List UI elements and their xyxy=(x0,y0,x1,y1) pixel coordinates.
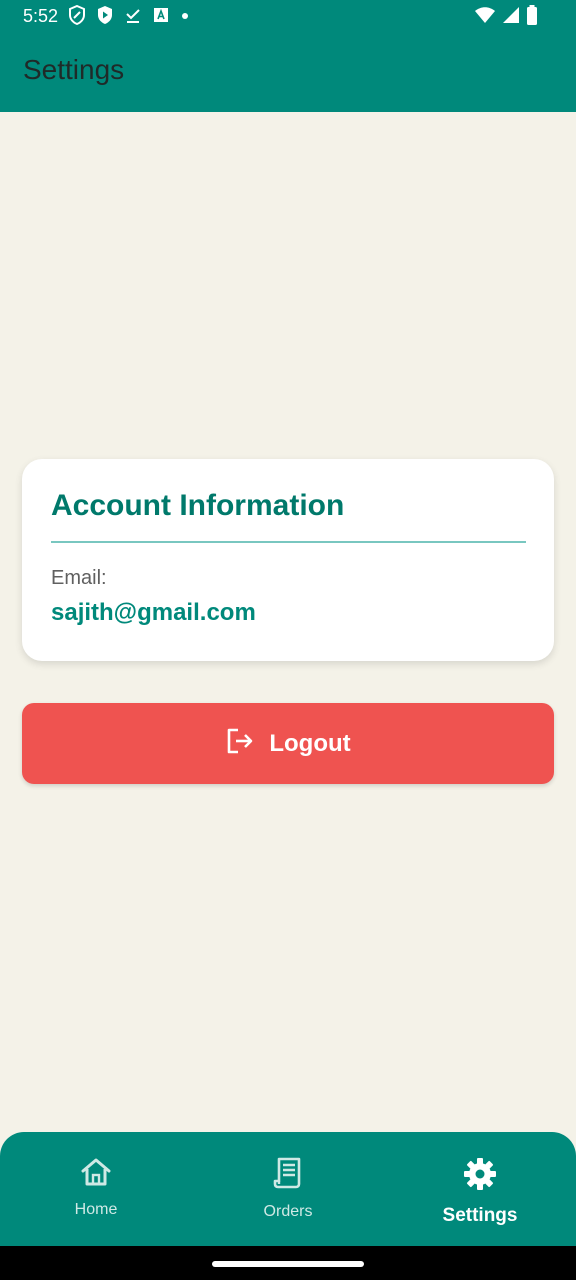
wifi-icon xyxy=(474,6,496,29)
translate-icon xyxy=(152,6,170,29)
gear-icon xyxy=(462,1156,498,1197)
status-icons-right xyxy=(474,4,538,30)
system-nav-bar xyxy=(0,1246,576,1280)
battery-icon xyxy=(526,4,538,30)
nav-label-settings: Settings xyxy=(442,1205,518,1226)
dot-icon xyxy=(180,8,190,26)
page-title: Settings xyxy=(23,54,125,85)
card-divider xyxy=(51,541,526,543)
nav-label-orders: Orders xyxy=(263,1203,313,1220)
nav-item-settings[interactable]: Settings xyxy=(384,1156,576,1226)
status-bar: 5:52 xyxy=(0,0,576,34)
logout-button[interactable]: Logout xyxy=(22,703,554,784)
download-done-icon xyxy=(124,6,142,29)
shield-play-icon xyxy=(96,5,114,30)
signal-icon xyxy=(502,6,520,29)
app-bar: Settings xyxy=(0,34,576,112)
account-info-card: Account Information Email: sajith@gmail.… xyxy=(22,459,554,661)
receipt-icon xyxy=(272,1156,304,1195)
email-label: Email: xyxy=(51,567,107,589)
status-time: 5:52 xyxy=(23,6,59,26)
nav-item-home[interactable]: Home xyxy=(0,1156,192,1226)
bottom-nav: Home Orders Settings xyxy=(0,1132,576,1246)
shield-outline-icon xyxy=(68,4,86,30)
email-value: sajith@gmail.com xyxy=(51,599,256,626)
card-title: Account Information xyxy=(51,489,345,522)
nav-label-home: Home xyxy=(74,1201,118,1218)
home-gesture-handle[interactable] xyxy=(212,1261,364,1267)
logout-icon xyxy=(225,727,255,760)
status-icons-left xyxy=(68,4,190,30)
home-icon xyxy=(79,1156,113,1193)
nav-item-orders[interactable]: Orders xyxy=(192,1156,384,1226)
logout-label: Logout xyxy=(269,729,351,757)
